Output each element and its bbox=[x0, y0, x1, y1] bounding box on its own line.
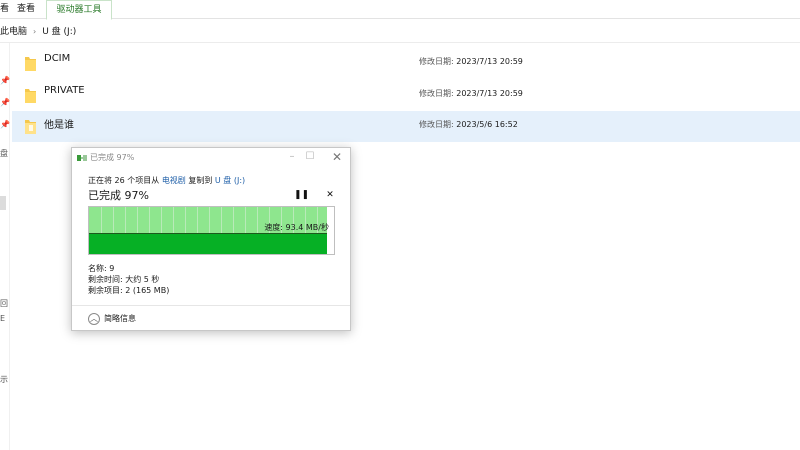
dialog-divider bbox=[72, 305, 350, 306]
dialog-titlebar[interactable]: 已完成 97% – ☐ ✕ bbox=[72, 148, 350, 168]
breadcrumb-this-pc[interactable]: 此电脑 bbox=[0, 27, 27, 37]
close-button[interactable]: ✕ bbox=[329, 150, 345, 164]
graph-gridline bbox=[257, 207, 258, 234]
graph-gridline bbox=[185, 207, 186, 234]
folder-icon bbox=[25, 89, 36, 103]
graph-gridline bbox=[125, 207, 126, 234]
explorer-window: 看 查看 驱动器工具 此电脑 › U 盘 (J:) 📌 📌 📌 盘 回 E 示 DC… bbox=[0, 0, 800, 450]
destination-link[interactable]: U 盘 (J:) bbox=[215, 176, 245, 185]
address-divider bbox=[0, 42, 800, 43]
time-remaining: 剩余时间: 大约 5 秒 bbox=[88, 275, 160, 284]
date-label: 修改日期: bbox=[419, 57, 454, 66]
copy-desc-prefix: 正在将 26 个项目从 bbox=[88, 176, 162, 185]
graph-gridline bbox=[149, 207, 150, 234]
graph-gridline bbox=[137, 207, 138, 234]
nav-item-selected[interactable] bbox=[0, 196, 6, 210]
tab-view[interactable]: 查看 bbox=[12, 0, 40, 19]
file-name: DCIM bbox=[44, 53, 71, 64]
copy-desc-mid: 复制到 bbox=[185, 176, 215, 185]
progress-fill-dark bbox=[89, 234, 327, 254]
pin-icon: 📌 bbox=[0, 76, 10, 85]
folder-icon bbox=[25, 57, 36, 71]
file-date: 修改日期: 2023/7/13 20:59 bbox=[419, 88, 523, 99]
date-value: 2023/7/13 20:59 bbox=[456, 89, 523, 98]
graph-gridline bbox=[209, 207, 210, 234]
graph-gridline bbox=[221, 207, 222, 234]
graph-gridline bbox=[197, 207, 198, 234]
breadcrumb[interactable]: 此电脑 › U 盘 (J:) bbox=[0, 24, 76, 40]
file-name: 他是谁 bbox=[44, 120, 74, 131]
graph-gridline bbox=[161, 207, 162, 234]
breadcrumb-separator: › bbox=[33, 27, 37, 36]
copy-description: 正在将 26 个项目从 电视剧 复制到 U 盘 (J:) bbox=[88, 175, 245, 186]
transfer-speed-graph: 速度: 93.4 MB/秒 bbox=[88, 206, 335, 255]
source-link[interactable]: 电视剧 bbox=[162, 176, 186, 185]
file-row-selected[interactable]: 他是谁 修改日期: 2023/5/6 16:52 bbox=[12, 111, 800, 142]
folder-open-icon bbox=[25, 120, 36, 134]
copy-icon bbox=[77, 155, 87, 161]
file-date: 修改日期: 2023/5/6 16:52 bbox=[419, 119, 518, 130]
nav-item-partial[interactable]: 盘 bbox=[0, 148, 8, 159]
minimize-button[interactable]: – bbox=[284, 150, 300, 164]
percent-complete: 已完成 97% bbox=[88, 189, 149, 202]
file-date: 修改日期: 2023/7/13 20:59 bbox=[419, 56, 523, 67]
graph-gridline bbox=[233, 207, 234, 234]
date-label: 修改日期: bbox=[419, 120, 454, 129]
file-name: PRIVATE bbox=[44, 85, 85, 96]
tab-drive-tools[interactable]: 驱动器工具 bbox=[46, 0, 112, 20]
items-remaining: 剩余项目: 2 (165 MB) bbox=[88, 286, 170, 295]
less-details-label: 简略信息 bbox=[104, 314, 136, 323]
graph-gridline bbox=[101, 207, 102, 234]
copy-progress-dialog: 已完成 97% – ☐ ✕ 正在将 26 个项目从 电视剧 复制到 U 盘 (J… bbox=[71, 147, 351, 331]
file-row-private[interactable]: PRIVATE 修改日期: 2023/7/13 20:59 bbox=[12, 80, 800, 111]
breadcrumb-usb-drive[interactable]: U 盘 (J:) bbox=[42, 27, 76, 37]
ribbon-tabs: 看 查看 驱动器工具 bbox=[0, 0, 800, 20]
pin-icon: 📌 bbox=[0, 120, 10, 129]
date-value: 2023/7/13 20:59 bbox=[456, 57, 523, 66]
graph-gridline bbox=[245, 207, 246, 234]
date-label: 修改日期: bbox=[419, 89, 454, 98]
pin-icon: 📌 bbox=[0, 98, 10, 107]
file-row-dcim[interactable]: DCIM 修改日期: 2023/7/13 20:59 bbox=[12, 48, 800, 79]
speed-line bbox=[89, 233, 327, 234]
nav-item-partial[interactable]: 示 bbox=[0, 374, 8, 385]
item-name: 名称: 9 bbox=[88, 264, 115, 273]
pause-button[interactable]: ❚❚ bbox=[294, 189, 309, 201]
cancel-button[interactable]: ✕ bbox=[324, 189, 336, 201]
less-details-button[interactable]: ︿ 简略信息 bbox=[88, 312, 136, 326]
date-value: 2023/5/6 16:52 bbox=[456, 120, 518, 129]
speed-label: 速度: 93.4 MB/秒 bbox=[264, 223, 329, 232]
nav-item-partial[interactable]: E bbox=[0, 314, 5, 323]
dialog-title: 已完成 97% bbox=[90, 153, 135, 162]
graph-gridline bbox=[173, 207, 174, 234]
maximize-button[interactable]: ☐ bbox=[302, 150, 318, 164]
nav-item-partial[interactable]: 回 bbox=[0, 298, 8, 309]
tab-partial[interactable]: 看 bbox=[0, 0, 10, 19]
graph-gridline bbox=[113, 207, 114, 234]
chevron-up-icon: ︿ bbox=[88, 312, 100, 325]
